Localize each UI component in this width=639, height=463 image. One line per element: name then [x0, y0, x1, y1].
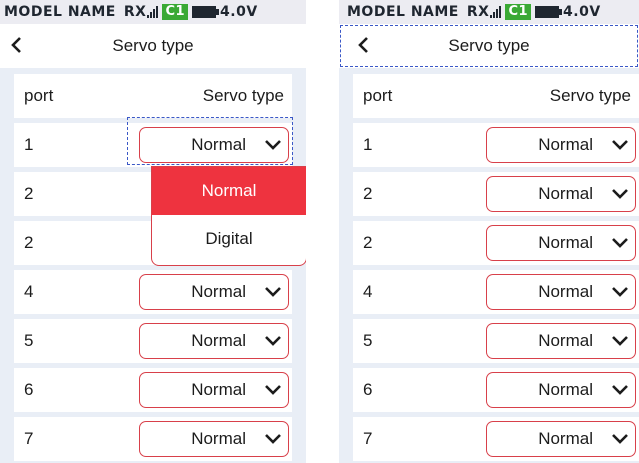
voltage-label: 4.0V — [220, 4, 258, 20]
chevron-left-icon[interactable] — [8, 34, 26, 56]
servo-type-select[interactable]: Normal — [139, 372, 289, 408]
servo-type-screen-right: MODEL NAME RX C1 4.0V Servo type port Se… — [339, 0, 639, 463]
port-number: 6 — [363, 380, 373, 399]
select-value: Normal — [538, 429, 593, 448]
servo-type-dropdown: Normal Digital — [151, 166, 306, 266]
table-row: 6 Normal — [14, 368, 292, 412]
select-value: Normal — [538, 282, 593, 301]
table-row: 2 Normal — [353, 221, 639, 265]
signal-icon — [147, 6, 159, 18]
table-row: 4 Normal — [14, 270, 292, 314]
servo-type-select[interactable]: Normal — [139, 274, 289, 310]
port-number: 2 — [363, 184, 373, 203]
select-value: Normal — [191, 331, 246, 350]
chevron-down-icon — [265, 140, 281, 150]
page-header: Servo type — [339, 24, 639, 68]
chevron-down-icon — [612, 336, 628, 346]
chevron-left-icon[interactable] — [355, 34, 373, 56]
select-value: Normal — [191, 380, 246, 399]
port-number: 7 — [363, 429, 373, 448]
table-row: 7 Normal — [353, 417, 639, 461]
servo-type-select[interactable]: Normal — [139, 421, 289, 457]
signal-icon — [490, 6, 502, 18]
chevron-down-icon — [265, 434, 281, 444]
table-row: 6 Normal — [353, 368, 639, 412]
port-number: 1 — [24, 135, 34, 154]
port-column-header: port — [363, 86, 393, 105]
port-number: 4 — [24, 282, 34, 301]
table-header-row: port Servo type — [353, 74, 639, 118]
page-header: Servo type — [0, 24, 306, 68]
table-row: 1 Normal — [353, 123, 639, 167]
chevron-down-icon — [612, 189, 628, 199]
chevron-down-icon — [612, 140, 628, 150]
status-bar: MODEL NAME RX C1 4.0V — [339, 0, 639, 24]
rx-label: RX — [466, 4, 490, 20]
table-header-row: port Servo type — [14, 74, 292, 118]
table-row: 4 Normal — [353, 270, 639, 314]
table-row: 5 Normal — [14, 319, 292, 363]
page-title: Servo type — [112, 36, 194, 55]
select-value: Normal — [191, 135, 246, 154]
port-number: 2 — [24, 184, 34, 203]
chevron-down-icon — [265, 336, 281, 346]
chevron-down-icon — [612, 434, 628, 444]
model-name-label: MODEL NAME — [4, 4, 116, 20]
chevron-down-icon — [265, 287, 281, 297]
port-number: 5 — [363, 331, 373, 350]
table-row: 2 Normal — [353, 172, 639, 216]
select-value: Normal — [538, 380, 593, 399]
servo-type-screen-left: MODEL NAME RX C1 4.0V Servo type port Se… — [0, 0, 306, 463]
port-number: 2 — [363, 233, 373, 252]
port-number: 1 — [363, 135, 373, 154]
select-value: Normal — [191, 282, 246, 301]
servo-type-select[interactable]: Normal — [486, 372, 636, 408]
servo-table: port Servo type 1 Normal 2 Normal 2 Norm… — [339, 68, 639, 461]
table-row: 7 Normal — [14, 417, 292, 461]
servo-type-select[interactable]: Normal — [486, 225, 636, 261]
chevron-down-icon — [612, 238, 628, 248]
voltage-label: 4.0V — [563, 4, 601, 20]
dropdown-option-normal[interactable]: Normal — [152, 167, 306, 215]
dropdown-option-digital[interactable]: Digital — [152, 215, 306, 263]
chevron-down-icon — [265, 385, 281, 395]
model-name-label: MODEL NAME — [347, 4, 459, 20]
servo-type-column-header: Servo type — [202, 86, 284, 105]
select-value: Normal — [191, 429, 246, 448]
port-number: 7 — [24, 429, 34, 448]
servo-type-select[interactable]: Normal — [486, 323, 636, 359]
port-column-header: port — [24, 86, 54, 105]
select-value: Normal — [538, 135, 593, 154]
servo-type-select[interactable]: Normal — [139, 127, 289, 163]
port-number: 2 — [24, 233, 34, 252]
channel-badge: C1 — [162, 4, 189, 20]
battery-icon — [192, 6, 220, 18]
port-number: 6 — [24, 380, 34, 399]
chevron-down-icon — [612, 287, 628, 297]
servo-type-column-header: Servo type — [549, 86, 631, 105]
rx-label: RX — [123, 4, 147, 20]
table-row: 5 Normal — [353, 319, 639, 363]
channel-badge: C1 — [505, 4, 532, 20]
port-number: 4 — [363, 282, 373, 301]
select-value: Normal — [538, 331, 593, 350]
page-title: Servo type — [448, 36, 530, 55]
select-value: Normal — [538, 184, 593, 203]
select-value: Normal — [538, 233, 593, 252]
servo-type-select[interactable]: Normal — [486, 421, 636, 457]
servo-type-select[interactable]: Normal — [486, 176, 636, 212]
status-bar: MODEL NAME RX C1 4.0V — [0, 0, 306, 24]
battery-icon — [535, 6, 563, 18]
servo-type-select[interactable]: Normal — [486, 274, 636, 310]
table-row: 1 Normal — [14, 117, 293, 167]
port-number: 5 — [24, 331, 34, 350]
servo-type-select[interactable]: Normal — [139, 323, 289, 359]
chevron-down-icon — [612, 385, 628, 395]
servo-type-select[interactable]: Normal — [486, 127, 636, 163]
